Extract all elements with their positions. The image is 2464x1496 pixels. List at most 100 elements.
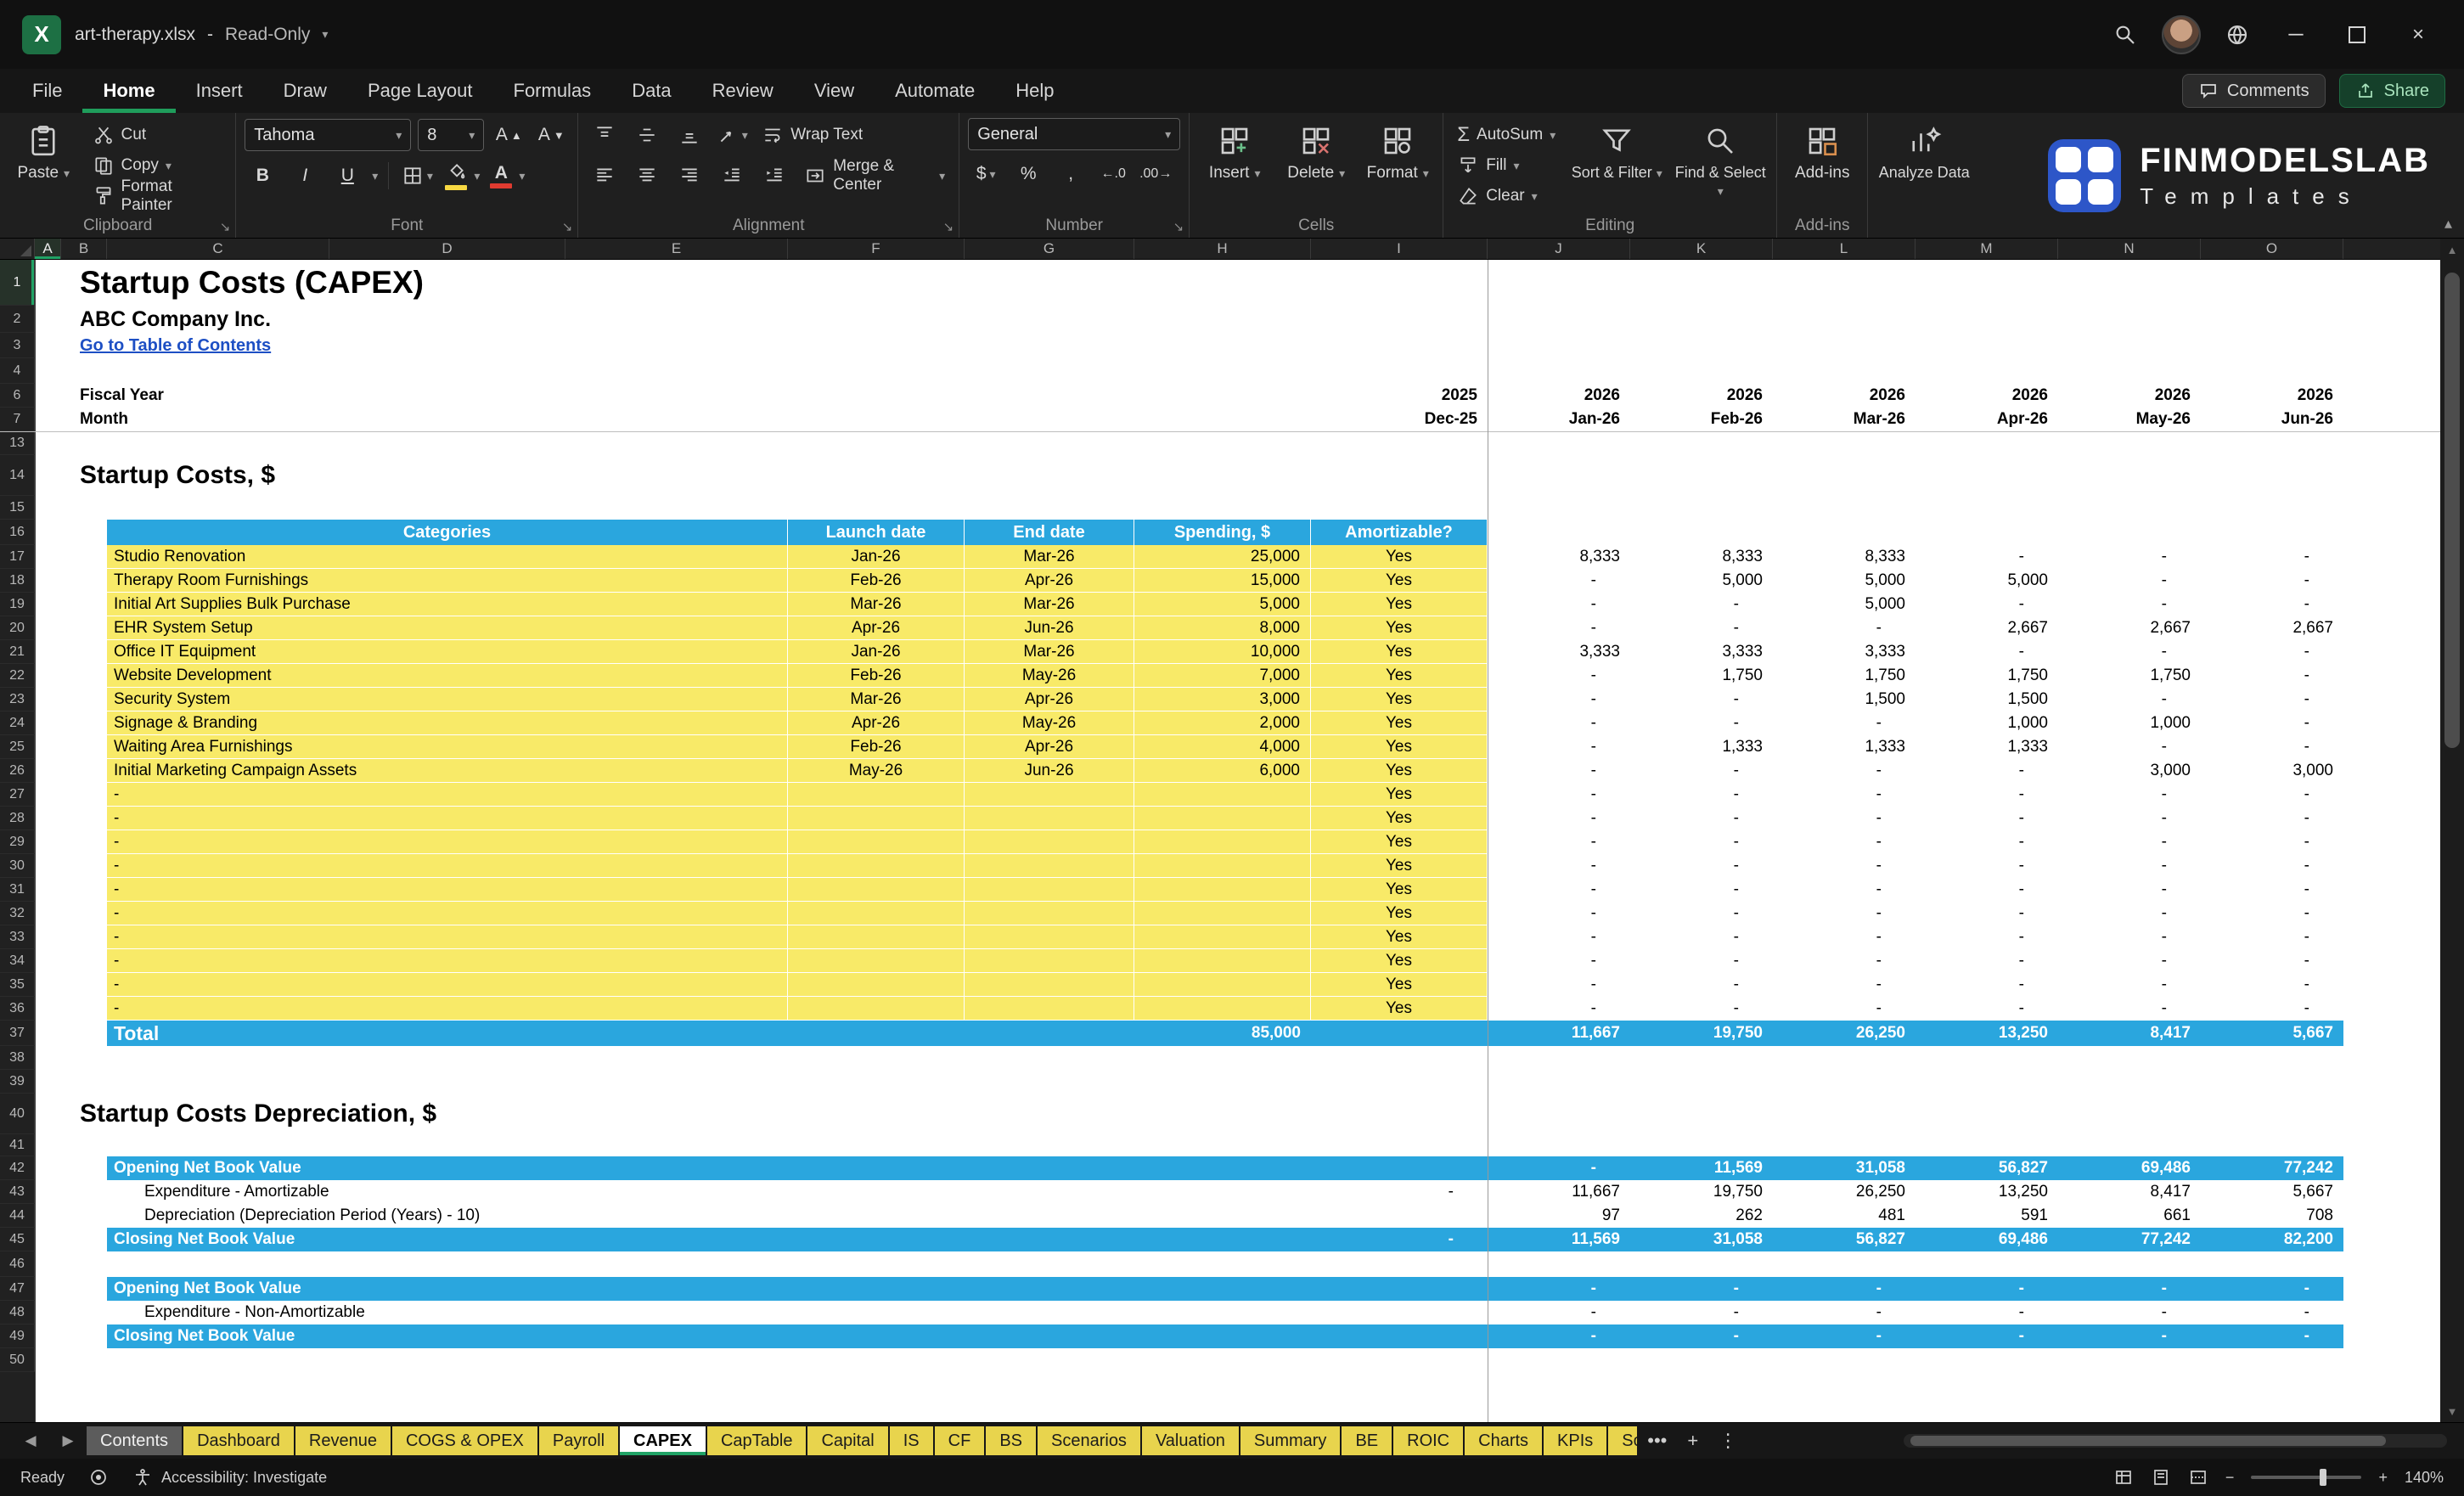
row-header-34[interactable]: 34	[0, 949, 35, 973]
row-header-6[interactable]: 6	[0, 384, 35, 408]
page-break-view-button[interactable]	[2188, 1467, 2208, 1488]
amortizable-cell[interactable]: Yes	[1311, 973, 1488, 997]
depreciation-value[interactable]: 11,569	[1630, 1156, 1773, 1180]
amortizable-cell[interactable]: Yes	[1311, 878, 1488, 902]
depreciation-value[interactable]: 69,486	[2058, 1156, 2201, 1180]
month-value[interactable]: Feb-26	[1630, 408, 1773, 431]
month-value-cell[interactable]: 1,333	[1630, 735, 1773, 759]
month-value-cell[interactable]: -	[1773, 878, 1916, 902]
cell[interactable]	[35, 431, 2440, 455]
cut-button[interactable]: Cut	[87, 121, 228, 149]
amortizable-cell[interactable]: Yes	[1311, 925, 1488, 949]
month-value-cell[interactable]: 1,333	[1916, 735, 2058, 759]
menu-tab-review[interactable]: Review	[692, 69, 794, 113]
end-date-cell[interactable]	[965, 997, 1134, 1021]
month-value-cell[interactable]: 1,333	[1773, 735, 1916, 759]
insert-cells-button[interactable]: Insert▾	[1198, 118, 1271, 183]
number-dialog-launcher[interactable]: ↘	[1173, 219, 1184, 234]
month-value-cell[interactable]: -	[1488, 973, 1630, 997]
depreciation-value[interactable]: 708	[2201, 1204, 2343, 1228]
month-value-cell[interactable]: -	[1630, 949, 1773, 973]
row-header-47[interactable]: 47	[0, 1277, 35, 1301]
row-header-45[interactable]: 45	[0, 1228, 35, 1251]
sheet-tab-bs[interactable]: BS	[986, 1426, 1036, 1455]
align-center-button[interactable]	[629, 159, 665, 193]
cell[interactable]	[35, 1348, 2440, 1372]
month-value[interactable]: May-26	[2058, 408, 2201, 431]
month-value-cell[interactable]: -	[1916, 783, 2058, 807]
cell[interactable]	[35, 640, 107, 664]
autosum-button[interactable]: ΣAutoSum▾	[1452, 121, 1561, 149]
category-cell[interactable]: -	[107, 997, 788, 1021]
bold-button[interactable]: B	[245, 159, 280, 193]
total-spending[interactable]: 85,000	[1134, 1021, 1311, 1046]
month-value-cell[interactable]: 1,750	[1630, 664, 1773, 688]
column-header-D[interactable]: D	[329, 239, 565, 259]
launch-date-cell[interactable]: Apr-26	[788, 616, 965, 640]
month-value-cell[interactable]: -	[1488, 902, 1630, 925]
addins-button[interactable]: Add-ins	[1786, 118, 1859, 183]
month-value-cell[interactable]: -	[1488, 830, 1630, 854]
row-header-27[interactable]: 27	[0, 783, 35, 807]
depreciation-value[interactable]: -	[2201, 1301, 2343, 1324]
month-value-cell[interactable]: -	[1773, 902, 1916, 925]
cell[interactable]	[35, 807, 107, 830]
month-value-cell[interactable]: -	[1916, 830, 2058, 854]
depreciation-value[interactable]: -	[1773, 1301, 1916, 1324]
spending-cell[interactable]	[1134, 997, 1311, 1021]
month-value-cell[interactable]: -	[1488, 711, 1630, 735]
launch-date-cell[interactable]: Feb-26	[788, 664, 965, 688]
category-cell[interactable]: Signage & Branding	[107, 711, 788, 735]
column-header-K[interactable]: K	[1630, 239, 1773, 259]
menu-tab-insert[interactable]: Insert	[176, 69, 263, 113]
cell[interactable]	[35, 358, 2440, 384]
category-cell[interactable]: -	[107, 949, 788, 973]
month-value-cell[interactable]: 3,000	[2201, 759, 2343, 783]
month-value-cell[interactable]: -	[2058, 949, 2201, 973]
page-layout-view-button[interactable]	[2151, 1467, 2171, 1488]
category-cell[interactable]: Initial Art Supplies Bulk Purchase	[107, 593, 788, 616]
fiscal-year-value[interactable]: 2025	[1311, 384, 1488, 408]
month-value-cell[interactable]: -	[1916, 545, 2058, 569]
month-value-cell[interactable]: -	[2201, 997, 2343, 1021]
row-header-14[interactable]: 14	[0, 455, 35, 496]
amortizable-cell[interactable]: Yes	[1311, 545, 1488, 569]
launch-date-cell[interactable]	[788, 830, 965, 854]
sheet-tab-dashboard[interactable]: Dashboard	[183, 1426, 294, 1455]
amortizable-cell[interactable]: Yes	[1311, 688, 1488, 711]
month-value-cell[interactable]: 8,333	[1630, 545, 1773, 569]
spending-cell[interactable]	[1134, 878, 1311, 902]
launch-date-cell[interactable]	[788, 783, 965, 807]
sheet-tab-cogs-opex[interactable]: COGS & OPEX	[392, 1426, 537, 1455]
depreciation-value[interactable]: 11,569	[1488, 1228, 1630, 1251]
month-value-cell[interactable]: 3,333	[1773, 640, 1916, 664]
month-value[interactable]: Dec-25	[1311, 408, 1488, 431]
month-value[interactable]: Jun-26	[2201, 408, 2343, 431]
font-color-button[interactable]: A▾	[487, 159, 525, 193]
month-value-cell[interactable]: -	[1773, 759, 1916, 783]
month-value-cell[interactable]: -	[2201, 664, 2343, 688]
cell[interactable]	[788, 1021, 965, 1046]
row-header-40[interactable]: 40	[0, 1094, 35, 1134]
month-value-cell[interactable]: 3,333	[1630, 640, 1773, 664]
month-value-cell[interactable]: -	[1488, 616, 1630, 640]
month-value-cell[interactable]: -	[2201, 878, 2343, 902]
month-value-cell[interactable]: 1,500	[1916, 688, 2058, 711]
month-value-cell[interactable]: 2,667	[1916, 616, 2058, 640]
depreciation-value[interactable]: 19,750	[1630, 1180, 1773, 1204]
fiscal-year-value[interactable]: 2026	[1488, 384, 1630, 408]
month-value-cell[interactable]: -	[2201, 545, 2343, 569]
cell[interactable]	[35, 688, 107, 711]
menu-tab-automate[interactable]: Automate	[875, 69, 995, 113]
month-value-cell[interactable]: 3,000	[2058, 759, 2201, 783]
amortizable-cell[interactable]: Yes	[1311, 854, 1488, 878]
sheet-tab-scenarios[interactable]: Scenarios	[1038, 1426, 1140, 1455]
month-value-cell[interactable]: -	[1630, 593, 1773, 616]
month-value-cell[interactable]: -	[2058, 973, 2201, 997]
month-value-cell[interactable]: -	[1630, 902, 1773, 925]
cell[interactable]	[35, 545, 107, 569]
row-header-21[interactable]: 21	[0, 640, 35, 664]
alignment-dialog-launcher[interactable]: ↘	[943, 219, 954, 234]
month-value-cell[interactable]: -	[2058, 854, 2201, 878]
end-date-cell[interactable]: Apr-26	[965, 735, 1134, 759]
